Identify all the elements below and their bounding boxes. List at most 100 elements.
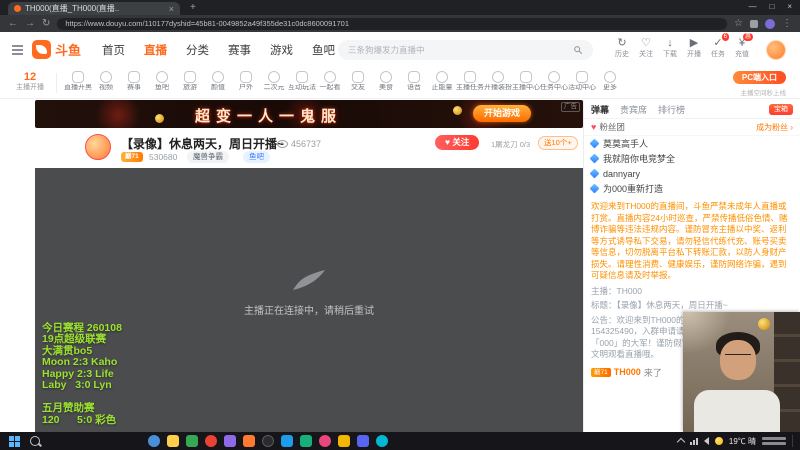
category-tag[interactable]: 魔兽争霸 xyxy=(187,151,229,163)
user-avatar[interactable] xyxy=(766,40,786,60)
search-icon[interactable] xyxy=(573,45,583,55)
tray-expand-chevron-icon[interactable] xyxy=(676,437,686,447)
reload-icon[interactable]: ↻ xyxy=(42,15,50,32)
browser-tab[interactable]: TH000(直播_TH000(直播.. × xyxy=(8,2,180,15)
back-icon[interactable]: ← xyxy=(8,15,18,32)
network-signal-icon[interactable] xyxy=(689,437,698,445)
nav-item-categories[interactable]: 分类 xyxy=(186,42,209,58)
streamer-webcam[interactable] xyxy=(683,312,800,432)
clock-area[interactable] xyxy=(762,437,786,445)
volume-icon[interactable] xyxy=(703,437,709,445)
tab-close-icon[interactable]: × xyxy=(169,4,174,14)
start-game-button[interactable]: 开始游戏 xyxy=(472,105,531,122)
nav-item-esports[interactable]: 赛事 xyxy=(228,42,251,58)
nav-item-home[interactable]: 首页 xyxy=(102,42,125,58)
tab-danmaku[interactable]: 弹幕 xyxy=(591,103,609,116)
feature-item[interactable]: 正能量 xyxy=(428,71,456,92)
gift-bubble[interactable]: 送10个+ xyxy=(538,136,578,150)
go-live-button[interactable]: ▶ 开播 xyxy=(682,36,706,59)
treasure-chest-button[interactable]: 宝箱 xyxy=(769,103,793,115)
brand-name: 斗鱼 xyxy=(55,43,82,58)
tab-vip-seats[interactable]: 贵宾席 xyxy=(620,103,647,116)
forward-icon[interactable]: → xyxy=(25,15,35,32)
system-tray: 19℃ 晴 xyxy=(676,435,800,447)
tab-ranking[interactable]: 排行榜 xyxy=(658,103,685,116)
feature-item[interactable]: 视频 xyxy=(92,71,120,92)
vip-list-item[interactable]: 我就陪你电竞梦全 xyxy=(584,151,800,166)
fan-club-row: ♥ 粉丝团 成为粉丝 › xyxy=(584,119,800,136)
feature-item[interactable]: 主播任务 xyxy=(456,71,484,92)
video-player[interactable]: 主播正在连接中，请稍后重试 今日赛程 260108 19点超级联赛 大满贯bo5… xyxy=(35,168,583,432)
taskbar-app-icon[interactable] xyxy=(167,435,179,447)
window-close-button[interactable]: × xyxy=(787,2,792,11)
follow-button[interactable]: ♥ 关注 xyxy=(435,135,480,150)
webcam-gold-badge-icon xyxy=(758,318,770,330)
taskbar-app-icon[interactable] xyxy=(319,435,331,447)
feature-item[interactable]: 二次元 xyxy=(260,71,288,92)
feature-item[interactable]: 一起看 xyxy=(316,71,344,92)
pc-entry-button[interactable]: PC端入口 xyxy=(732,71,786,84)
feature-item[interactable]: 美食 xyxy=(372,71,400,92)
window-maximize-button[interactable]: □ xyxy=(769,2,774,11)
feature-item[interactable]: 开播装扮 xyxy=(484,71,512,92)
taskbar-app-icon[interactable] xyxy=(300,435,312,447)
feature-item[interactable]: 活动中心 xyxy=(568,71,596,92)
feature-item[interactable]: 颜值 xyxy=(204,71,232,92)
recharge-button[interactable]: ¥ 充值 惠 xyxy=(730,33,754,59)
download-button[interactable]: ↓ 下载 xyxy=(658,36,682,59)
nav-item-yuba[interactable]: 鱼吧 xyxy=(312,42,335,58)
joining-user-name[interactable]: TH000 xyxy=(614,367,641,377)
tasks-button[interactable]: ✓ 任务 6 xyxy=(706,33,730,59)
extensions-icon[interactable] xyxy=(750,19,758,28)
taskbar-app-icon[interactable] xyxy=(262,435,274,447)
taskbar-search-icon[interactable] xyxy=(30,436,40,446)
weather-sun-icon[interactable] xyxy=(714,437,723,445)
feature-item[interactable]: 语音 xyxy=(400,71,428,92)
feature-item[interactable]: 交友 xyxy=(344,71,372,92)
live-anchor-counter[interactable]: 12 主播开播 xyxy=(16,71,44,92)
weather-text[interactable]: 19℃ 晴 xyxy=(729,436,756,447)
taskbar-app-icon[interactable] xyxy=(357,435,369,447)
browser-profile-avatar[interactable] xyxy=(765,18,775,29)
vip-list-item[interactable]: dannyary xyxy=(584,166,800,181)
start-button[interactable] xyxy=(9,435,20,447)
ad-banner[interactable]: 超变一人一鬼服 开始游戏 广告 xyxy=(35,100,583,128)
show-desktop-button[interactable] xyxy=(792,435,795,447)
bookmark-star-icon[interactable]: ☆ xyxy=(734,15,743,32)
weekly-gift-widget[interactable]: 1屠龙刀 0/3 xyxy=(491,139,530,150)
browser-menu-icon[interactable]: ⋮ xyxy=(782,15,792,32)
taskbar-app-icon[interactable] xyxy=(148,435,160,447)
taskbar-app-icon[interactable] xyxy=(376,435,388,447)
hamburger-menu-icon[interactable] xyxy=(12,49,23,51)
streamer-avatar[interactable] xyxy=(85,134,111,160)
feature-item[interactable]: 互动玩法 xyxy=(288,71,316,92)
feature-item[interactable]: 任务中心 xyxy=(540,71,568,92)
feature-item[interactable]: 直播开黑 xyxy=(64,71,92,92)
address-bar[interactable]: https://www.douyu.com/110177dyshid=45b81… xyxy=(57,17,728,30)
taskbar-app-icon[interactable] xyxy=(224,435,236,447)
follow-list-button[interactable]: ♡ 关注 xyxy=(634,36,658,59)
taskbar-app-icon[interactable] xyxy=(186,435,198,447)
taskbar-app-icon[interactable] xyxy=(243,435,255,447)
search-input[interactable]: 三条狗爆发力直播中 xyxy=(338,40,593,60)
nav-item-games[interactable]: 游戏 xyxy=(270,42,293,58)
join-fan-club-button[interactable]: 成为粉丝 › xyxy=(756,122,793,133)
feature-item[interactable]: 鱼吧 xyxy=(148,71,176,92)
feature-item[interactable]: 赛事 xyxy=(120,71,148,92)
vip-list-item[interactable]: 为000重新打造 xyxy=(584,181,800,196)
douyu-logo[interactable]: 斗鱼 xyxy=(32,40,81,59)
feature-item-more[interactable]: 更多 xyxy=(596,71,624,92)
feature-item[interactable]: 户外 xyxy=(232,71,260,92)
taskbar-app-icon[interactable] xyxy=(338,435,350,447)
vip-list-item[interactable]: 莫莫高手人 xyxy=(584,136,800,151)
window-minimize-button[interactable]: — xyxy=(748,2,756,11)
feature-item[interactable]: 主播中心 xyxy=(512,71,540,92)
new-tab-button[interactable]: + xyxy=(190,2,196,13)
taskbar-app-icon[interactable] xyxy=(205,435,217,447)
history-button[interactable]: ↻ 历史 xyxy=(610,36,634,59)
nav-item-live[interactable]: 直播 xyxy=(144,42,167,58)
feature-item[interactable]: 旅游 xyxy=(176,71,204,92)
taskbar-app-icon[interactable] xyxy=(281,435,293,447)
page-url: https://www.douyu.com/110177dyshid=45b81… xyxy=(65,19,350,28)
yuba-tag[interactable]: 鱼吧 xyxy=(243,151,270,163)
